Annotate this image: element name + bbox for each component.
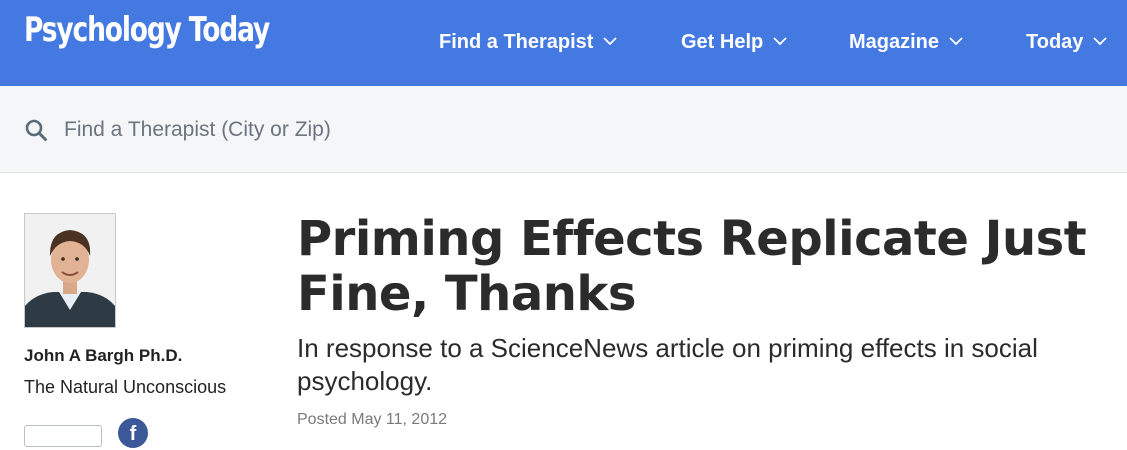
posted-date: Posted May 11, 2012	[297, 411, 448, 428]
nav-get-help[interactable]: Get Help	[681, 28, 788, 56]
article-subtitle: In response to a ScienceNews article on …	[297, 333, 1038, 396]
follow-button[interactable]	[24, 425, 102, 447]
nav-magazine-label: Magazine	[849, 31, 940, 53]
chevron-down-icon	[1093, 37, 1108, 46]
nav-magazine[interactable]: Magazine	[849, 28, 964, 56]
top-navigation-bar: Psychology Today Find a Therapist Get He…	[0, 0, 1127, 86]
nav-find-a-therapist-label: Find a Therapist	[439, 31, 594, 53]
chevron-down-icon	[773, 37, 787, 46]
nav-today[interactable]: Today	[1026, 28, 1108, 56]
site-logo[interactable]: Psychology Today	[24, 10, 270, 50]
search-icon[interactable]	[24, 118, 48, 142]
blog-name[interactable]: The Natural Unconscious	[24, 377, 226, 398]
nav-get-help-label: Get Help	[681, 31, 764, 53]
nav-find-a-therapist[interactable]: Find a Therapist	[439, 28, 618, 56]
author-photo[interactable]	[24, 213, 116, 328]
therapist-search-input[interactable]	[64, 112, 664, 148]
facebook-icon[interactable]: f	[118, 418, 148, 448]
chevron-down-icon	[603, 37, 618, 46]
author-portrait-image	[25, 214, 115, 327]
nav-today-label: Today	[1026, 31, 1084, 53]
article-title: Priming Effects Replicate Just Fine, Tha…	[297, 211, 1087, 322]
chevron-down-icon	[949, 37, 963, 46]
author-name[interactable]: John A Bargh Ph.D.	[24, 346, 182, 366]
